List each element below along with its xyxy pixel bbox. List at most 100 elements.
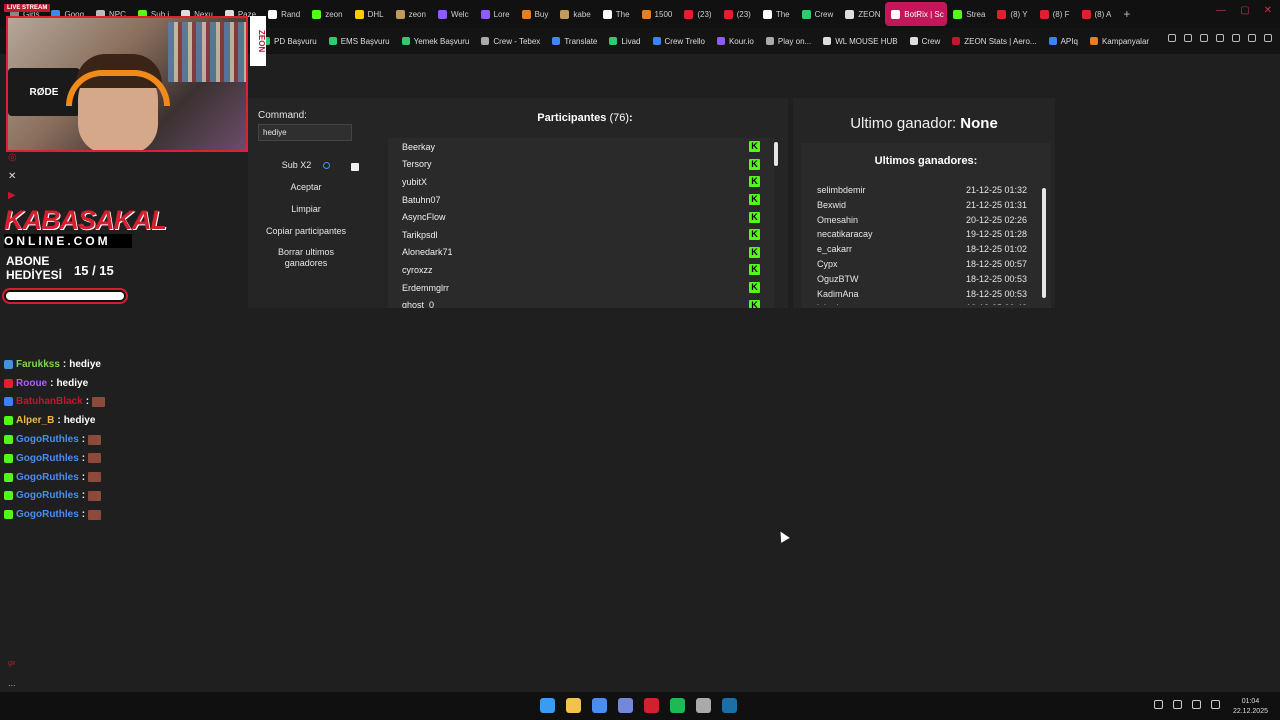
browser-tab[interactable]: (23) bbox=[718, 2, 757, 26]
chat-message: GogoRuthles: bbox=[4, 487, 244, 506]
mic-icon[interactable] bbox=[1173, 700, 1182, 709]
bookmark-item[interactable]: Crew - Tebex bbox=[481, 37, 540, 46]
browser-tab[interactable]: The bbox=[597, 2, 636, 26]
participant-row[interactable]: AsyncFlow K bbox=[388, 208, 774, 226]
bookmark-item[interactable]: PD Başvuru bbox=[262, 37, 317, 46]
browser-tab[interactable]: (8) A bbox=[1076, 2, 1118, 26]
discord-icon[interactable] bbox=[618, 698, 633, 713]
volume-icon[interactable] bbox=[1211, 700, 1220, 709]
participant-row[interactable]: Batuhn07 K bbox=[388, 191, 774, 209]
windows-start-icon[interactable] bbox=[540, 698, 555, 713]
browser-tab[interactable]: Lore bbox=[475, 2, 516, 26]
bookmark-item[interactable]: Play on... bbox=[765, 37, 811, 46]
participant-row[interactable]: Tarikpsdl K bbox=[388, 226, 774, 244]
participant-name: ghost_0 bbox=[402, 300, 435, 308]
winner-row: Omesahin 20-12-25 02:26 bbox=[801, 215, 1043, 230]
extension-icon[interactable] bbox=[1216, 34, 1224, 42]
file-explorer-icon[interactable] bbox=[566, 698, 581, 713]
browser-tab[interactable]: kabe bbox=[554, 2, 596, 26]
browser-tab[interactable]: BotRix | Sc bbox=[885, 2, 948, 26]
maximize-icon[interactable]: ▢ bbox=[1240, 5, 1249, 16]
emote-icon bbox=[88, 490, 102, 501]
browser-tab[interactable]: Crew bbox=[796, 2, 840, 26]
participant-row[interactable]: Erdemmglrr K bbox=[388, 279, 774, 297]
bookmark-item[interactable]: Translate bbox=[552, 37, 597, 46]
new-tab-button[interactable]: + bbox=[1117, 7, 1136, 21]
extension-icon[interactable] bbox=[1184, 34, 1192, 42]
browser-tab[interactable]: (8) F bbox=[1034, 2, 1076, 26]
browser-tab[interactable]: DHL bbox=[349, 2, 390, 26]
spotify-icon[interactable] bbox=[670, 698, 685, 713]
bookmark-label: Crew bbox=[921, 36, 941, 46]
browser-tab[interactable]: zeon bbox=[306, 2, 348, 26]
browser-tab[interactable]: Rand bbox=[262, 2, 306, 26]
bookmark-item[interactable]: Crew Trello bbox=[652, 37, 705, 46]
steam-icon[interactable] bbox=[722, 698, 737, 713]
recent-winners-list[interactable]: selimbdemir 21-12-25 01:32 Bexwid 21-12-25 … bbox=[801, 185, 1043, 305]
chat-separator: : bbox=[57, 415, 61, 427]
browser-tab[interactable]: Strea bbox=[947, 2, 991, 26]
browser-tab[interactable]: The bbox=[757, 2, 796, 26]
bookmark-favicon-icon bbox=[952, 37, 961, 45]
browser-tab[interactable]: (8) Y bbox=[991, 2, 1033, 26]
browser-tab[interactable]: 1500 bbox=[636, 2, 679, 26]
info-icon[interactable] bbox=[323, 161, 331, 169]
clock[interactable]: 01:04 22.12.2025 bbox=[1233, 697, 1268, 717]
chat-separator: : bbox=[81, 452, 86, 464]
bookmark-item[interactable]: Yemek Başvuru bbox=[401, 37, 469, 46]
browser-tab[interactable]: zeon bbox=[390, 2, 432, 26]
minimize-icon[interactable]: — bbox=[1216, 5, 1226, 16]
webcam-shelf bbox=[168, 22, 246, 82]
participant-row[interactable]: cyroxzz K bbox=[388, 261, 774, 279]
participant-row[interactable]: Tersory K bbox=[388, 156, 774, 174]
participant-row[interactable]: ghost_0 K bbox=[388, 296, 774, 308]
participant-name: Erdemmglrr bbox=[402, 282, 450, 293]
participant-row[interactable]: Beerkay K bbox=[388, 138, 774, 156]
bookmark-favicon-icon bbox=[1089, 37, 1098, 45]
browser-tab[interactable]: Buy bbox=[516, 2, 555, 26]
subx2-checkbox[interactable] bbox=[351, 163, 359, 171]
subx2-option[interactable]: Sub X2 bbox=[258, 160, 354, 170]
participant-name: Tersory bbox=[402, 159, 432, 170]
extension-icon[interactable] bbox=[1200, 34, 1208, 42]
bookmark-item[interactable]: Crew bbox=[909, 36, 941, 46]
bookmark-item[interactable]: Kour.io bbox=[716, 37, 754, 46]
opera-icon[interactable] bbox=[644, 698, 659, 713]
sub-goal-progress-fill bbox=[6, 292, 124, 300]
tab-label: zeon bbox=[325, 9, 343, 19]
bookmark-item[interactable]: ZEON Stats | Aero... bbox=[952, 37, 1037, 46]
browser-tab[interactable]: Welc bbox=[432, 2, 475, 26]
bookmark-item[interactable]: Livad bbox=[609, 37, 641, 46]
accept-button[interactable]: Aceptar bbox=[258, 182, 354, 192]
command-input[interactable] bbox=[258, 124, 352, 141]
network-icon[interactable] bbox=[1192, 700, 1201, 709]
download-icon[interactable] bbox=[1248, 34, 1256, 42]
tab-label: BotRix | Sc bbox=[904, 9, 944, 19]
clear-winners-button[interactable]: Borrar ultimos ganadores bbox=[258, 247, 354, 269]
heart-icon[interactable] bbox=[1232, 34, 1240, 42]
browser-tab[interactable]: ZEON bbox=[839, 2, 885, 26]
close-icon[interactable]: ✕ bbox=[1264, 5, 1272, 16]
copy-participants-button[interactable]: Copiar participantes bbox=[258, 226, 354, 236]
app-icon-icon[interactable] bbox=[592, 698, 607, 713]
participants-list[interactable]: Beerkay K Tersory KyubitX K Batuhn07 K AsyncFlo… bbox=[388, 138, 774, 308]
extension-icon[interactable] bbox=[1168, 34, 1176, 42]
clear-button[interactable]: Limpiar bbox=[258, 204, 354, 214]
tab-label: (23) bbox=[736, 9, 751, 19]
youtube-icon: ▶ bbox=[8, 190, 16, 201]
chat-message: GogoRuthles: bbox=[4, 468, 244, 487]
participant-row[interactable]: yubitX K bbox=[388, 173, 774, 191]
bookmark-item[interactable]: EMS Başvuru bbox=[328, 37, 390, 46]
bookmark-item[interactable]: APIq bbox=[1048, 37, 1078, 46]
more-icon[interactable]: ... bbox=[8, 678, 16, 688]
app-icon-icon[interactable] bbox=[696, 698, 711, 713]
bookmark-item[interactable]: WL MOUSE HUB bbox=[823, 37, 898, 46]
browser-tab[interactable]: (23) bbox=[678, 2, 717, 26]
winners-scrollbar[interactable] bbox=[1042, 188, 1046, 298]
menu-icon[interactable] bbox=[1264, 34, 1272, 42]
chevron-up-icon[interactable] bbox=[1154, 700, 1163, 709]
participants-scrollbar[interactable] bbox=[774, 142, 778, 166]
bookmark-item[interactable]: Kampanyalar bbox=[1089, 37, 1149, 46]
participant-row[interactable]: Alonedark71 K bbox=[388, 244, 774, 262]
tab-label: Welc bbox=[450, 9, 469, 19]
